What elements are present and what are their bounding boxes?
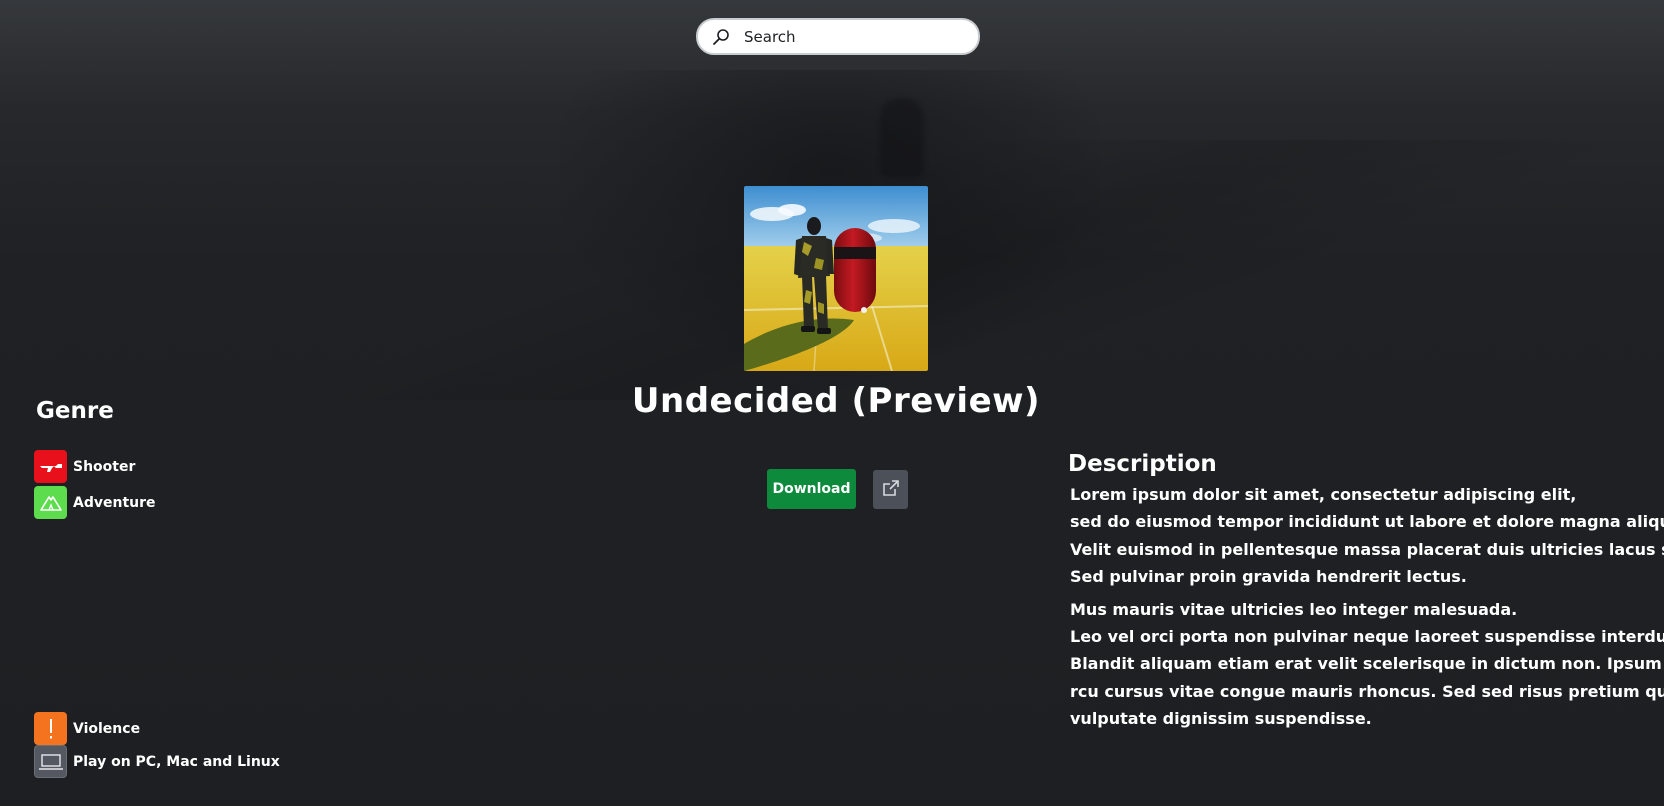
background-silhouette <box>880 98 924 178</box>
description-heading: Description <box>1068 451 1217 477</box>
description-line: Mus mauris vitae ultricies leo integer m… <box>1070 599 1518 619</box>
adventure-icon <box>34 486 67 519</box>
description-line: Velit euismod in pellentesque massa plac… <box>1070 539 1664 559</box>
game-title: Undecided (Preview) <box>631 381 1041 421</box>
description-line: rcu cursus vitae congue mauris rhoncus. … <box>1070 681 1664 701</box>
search-bar[interactable] <box>696 18 980 55</box>
open-external-button[interactable] <box>873 470 908 509</box>
laptop-icon <box>34 745 67 778</box>
warning-icon <box>34 712 67 745</box>
description-paragraph-1: Lorem ipsum dolor sit amet, consectetur … <box>1070 481 1664 591</box>
description-line: Blandit aliquam etiam erat velit sceleri… <box>1070 654 1664 674</box>
external-link-icon <box>881 478 901 501</box>
description-line: Leo vel orci porta non pulvinar neque la… <box>1070 627 1664 647</box>
shooter-icon <box>34 450 67 483</box>
download-button[interactable]: Download <box>767 469 856 509</box>
description-body: Lorem ipsum dolor sit amet, consectetur … <box>1070 481 1664 733</box>
genre-item-shooter[interactable]: Shooter <box>34 450 135 483</box>
description-line: Lorem ipsum dolor sit amet, consectetur … <box>1070 485 1577 504</box>
search-icon <box>712 28 730 46</box>
genre-item-label: Adventure <box>73 494 156 511</box>
description-line: vulputate dignissim suspendisse. <box>1070 709 1372 729</box>
rating-item-label: Play on PC, Mac and Linux <box>73 753 280 770</box>
genre-item-label: Shooter <box>73 458 136 475</box>
genre-item-adventure[interactable]: Adventure <box>34 486 156 519</box>
rating-item-label: Violence <box>73 720 141 737</box>
description-paragraph-2: Mus mauris vitae ultricies leo integer m… <box>1070 596 1664 733</box>
game-cover-image <box>744 186 928 371</box>
description-line: sed do eiusmod tempor incididunt ut labo… <box>1070 512 1664 532</box>
rating-item-platform: Play on PC, Mac and Linux <box>34 745 280 778</box>
search-input[interactable] <box>742 26 966 47</box>
description-line: Sed pulvinar proin gravida hendrerit lec… <box>1070 567 1467 587</box>
genre-heading: Genre <box>36 398 114 424</box>
rating-item-violence: Violence <box>34 712 140 745</box>
